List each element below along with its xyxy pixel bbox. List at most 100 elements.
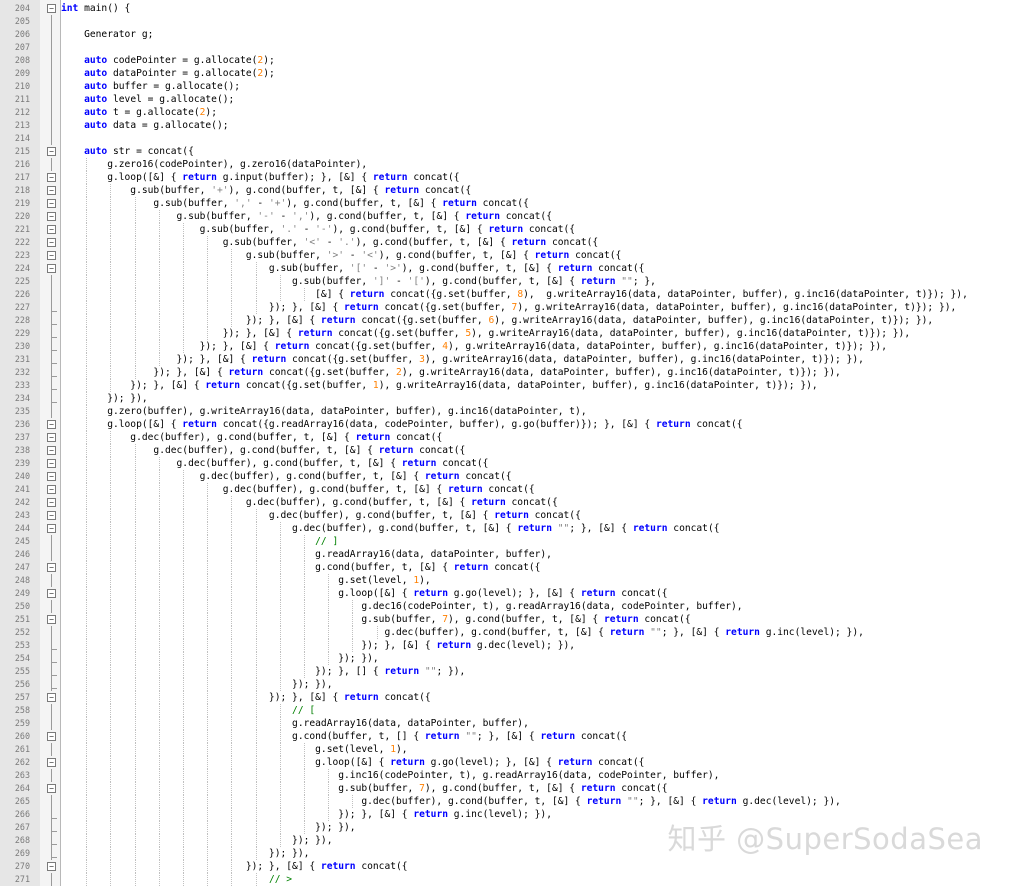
- code-line[interactable]: 237 − g.dec(buffer), g.cond(buffer, t, [&…: [0, 431, 1011, 444]
- code-line[interactable]: 260 − g.cond(buffer, t, [] { return ""; }…: [0, 730, 1011, 743]
- code-line[interactable]: 242 − g.dec(buffer), g.cond(buffer, t, [&…: [0, 496, 1011, 509]
- fold-toggle-icon[interactable]: −: [47, 264, 56, 273]
- code-line[interactable]: 206 Generator g;: [0, 28, 1011, 41]
- code-line[interactable]: 208 auto codePointer = g.allocate(2);: [0, 54, 1011, 67]
- code-line[interactable]: 251 − g.sub(buffer, 7), g.cond(buffer, t,…: [0, 613, 1011, 626]
- code-line[interactable]: 212 auto t = g.allocate(2);: [0, 106, 1011, 119]
- code-line[interactable]: 210 auto buffer = g.allocate();: [0, 80, 1011, 93]
- line-number: 225: [14, 276, 30, 286]
- code-line[interactable]: 254 }); }),: [0, 652, 1011, 665]
- code-line[interactable]: 271 // >: [0, 873, 1011, 886]
- code-line[interactable]: 221 − g.sub(buffer, '.' - '-'), g.cond(bu…: [0, 223, 1011, 236]
- code-line[interactable]: 219 − g.sub(buffer, ',' - '+'), g.cond(bu…: [0, 197, 1011, 210]
- code-line[interactable]: 227 }); }, [&] { return concat({g.set(bu…: [0, 301, 1011, 314]
- code-line[interactable]: 247 − g.cond(buffer, t, [&] { return conc…: [0, 561, 1011, 574]
- fold-toggle-icon[interactable]: −: [47, 511, 56, 520]
- fold-end: [51, 818, 57, 819]
- fold-toggle-icon[interactable]: −: [47, 563, 56, 572]
- code-line[interactable]: 213 auto data = g.allocate();: [0, 119, 1011, 132]
- code-line[interactable]: 245 // ]: [0, 535, 1011, 548]
- code-line[interactable]: 256 }); }),: [0, 678, 1011, 691]
- code-line[interactable]: 225 g.sub(buffer, ']' - '['), g.cond(buf…: [0, 275, 1011, 288]
- code-line[interactable]: 236 − g.loop([&] { return concat({g.readA…: [0, 418, 1011, 431]
- code-line[interactable]: 270 − }); }, [&] { return concat({: [0, 860, 1011, 873]
- code-line[interactable]: 258 // [: [0, 704, 1011, 717]
- code-line[interactable]: 215 − auto str = concat({: [0, 145, 1011, 158]
- code-line[interactable]: 209 auto dataPointer = g.allocate(2);: [0, 67, 1011, 80]
- code-line[interactable]: 234 }); }),: [0, 392, 1011, 405]
- code-line[interactable]: 223 − g.sub(buffer, '>' - '<'), g.cond(bu…: [0, 249, 1011, 262]
- fold-toggle-icon[interactable]: −: [47, 615, 56, 624]
- code-line[interactable]: 217 − g.loop([&] { return g.input(buffer)…: [0, 171, 1011, 184]
- code-line[interactable]: 259 g.readArray16(data, dataPointer, buf…: [0, 717, 1011, 730]
- code-line[interactable]: 243 − g.dec(buffer), g.cond(buffer, t, [&…: [0, 509, 1011, 522]
- code-line[interactable]: 248 g.set(level, 1),: [0, 574, 1011, 587]
- code-line[interactable]: 263 g.inc16(codePointer, t), g.readArray…: [0, 769, 1011, 782]
- fold-toggle-icon[interactable]: −: [47, 186, 56, 195]
- line-number: 248: [14, 575, 30, 585]
- code-line[interactable]: 262 − g.loop([&] { return g.go(level); },…: [0, 756, 1011, 769]
- code-line[interactable]: 238 − g.dec(buffer), g.cond(buffer, t, [&…: [0, 444, 1011, 457]
- code-line[interactable]: 255 }); }, [] { return ""; }),: [0, 665, 1011, 678]
- code-line[interactable]: 218 − g.sub(buffer, '+'), g.cond(buffer, …: [0, 184, 1011, 197]
- code-line[interactable]: 244 − g.dec(buffer), g.cond(buffer, t, [&…: [0, 522, 1011, 535]
- code-line[interactable]: 220 − g.sub(buffer, '-' - ','), g.cond(bu…: [0, 210, 1011, 223]
- fold-toggle-icon[interactable]: −: [47, 420, 56, 429]
- code-line[interactable]: 240 − g.dec(buffer), g.cond(buffer, t, [&…: [0, 470, 1011, 483]
- fold-toggle-icon[interactable]: −: [47, 433, 56, 442]
- code-line[interactable]: 250 g.dec16(codePointer, t), g.readArray…: [0, 600, 1011, 613]
- fold-toggle-icon[interactable]: −: [47, 238, 56, 247]
- code-line[interactable]: 239 − g.dec(buffer), g.cond(buffer, t, [&…: [0, 457, 1011, 470]
- code-line[interactable]: 222 − g.sub(buffer, '<' - '.'), g.cond(bu…: [0, 236, 1011, 249]
- fold-toggle-icon[interactable]: −: [47, 459, 56, 468]
- code-line[interactable]: 264 − g.sub(buffer, 7), g.cond(buffer, t,…: [0, 782, 1011, 795]
- fold-toggle-icon[interactable]: −: [47, 446, 56, 455]
- code-line[interactable]: 249 − g.loop([&] { return g.go(level); },…: [0, 587, 1011, 600]
- fold-toggle-icon[interactable]: −: [47, 732, 56, 741]
- code-line[interactable]: 265 g.dec(buffer), g.cond(buffer, t, [&]…: [0, 795, 1011, 808]
- code-line[interactable]: 224 − g.sub(buffer, '[' - '>'), g.cond(bu…: [0, 262, 1011, 275]
- code-text: g.sub(buffer, '+'), g.cond(buffer, t, [&…: [61, 185, 472, 196]
- fold-toggle-icon[interactable]: −: [47, 199, 56, 208]
- line-number: 271: [14, 874, 30, 884]
- fold-toggle-icon[interactable]: −: [47, 693, 56, 702]
- fold-toggle-icon[interactable]: −: [47, 784, 56, 793]
- code-line[interactable]: 241 − g.dec(buffer), g.cond(buffer, t, [&…: [0, 483, 1011, 496]
- line-number: 212: [14, 107, 30, 117]
- code-line[interactable]: 216 g.zero16(codePointer), g.zero16(data…: [0, 158, 1011, 171]
- code-line[interactable]: 229 }); }, [&] { return concat({g.set(bu…: [0, 327, 1011, 340]
- code-line[interactable]: 204 − int main() {: [0, 2, 1011, 15]
- code-line[interactable]: 257 − }); }, [&] { return concat({: [0, 691, 1011, 704]
- fold-toggle-icon[interactable]: −: [47, 4, 56, 13]
- code-line[interactable]: 207: [0, 41, 1011, 54]
- fold-toggle-icon[interactable]: −: [47, 758, 56, 767]
- fold-toggle-icon[interactable]: −: [47, 147, 56, 156]
- code-line[interactable]: 230 }); }, [&] { return concat({g.set(bu…: [0, 340, 1011, 353]
- line-number: 249: [14, 588, 30, 598]
- fold-toggle-icon[interactable]: −: [47, 225, 56, 234]
- fold-toggle-icon[interactable]: −: [47, 212, 56, 221]
- code-line[interactable]: 211 auto level = g.allocate();: [0, 93, 1011, 106]
- code-line[interactable]: 231 }); }, [&] { return concat({g.set(bu…: [0, 353, 1011, 366]
- code-line[interactable]: 235 g.zero(buffer), g.writeArray16(data,…: [0, 405, 1011, 418]
- code-line[interactable]: 252 g.dec(buffer), g.cond(buffer, t, [&]…: [0, 626, 1011, 639]
- code-line[interactable]: 232 }); }, [&] { return concat({g.set(bu…: [0, 366, 1011, 379]
- code-line[interactable]: 226 [&] { return concat({g.set(buffer, 8…: [0, 288, 1011, 301]
- fold-toggle-icon[interactable]: −: [47, 173, 56, 182]
- code-line[interactable]: 253 }); }, [&] { return g.dec(level); })…: [0, 639, 1011, 652]
- code-line[interactable]: 246 g.readArray16(data, dataPointer, buf…: [0, 548, 1011, 561]
- code-line[interactable]: 233 }); }, [&] { return concat({g.set(bu…: [0, 379, 1011, 392]
- code-line[interactable]: 205: [0, 15, 1011, 28]
- fold-toggle-icon[interactable]: −: [47, 251, 56, 260]
- code-line[interactable]: 228 }); }, [&] { return concat({g.set(bu…: [0, 314, 1011, 327]
- fold-toggle-icon[interactable]: −: [47, 498, 56, 507]
- code-line[interactable]: 261 g.set(level, 1),: [0, 743, 1011, 756]
- fold-toggle-icon[interactable]: −: [47, 589, 56, 598]
- fold-toggle-icon[interactable]: −: [47, 524, 56, 533]
- fold-toggle-icon[interactable]: −: [47, 485, 56, 494]
- line-number: 234: [14, 393, 30, 403]
- fold-toggle-icon[interactable]: −: [47, 862, 56, 871]
- code-editor[interactable]: 204− int main() {205 206 Generator g; 207 20…: [0, 0, 1011, 886]
- fold-toggle-icon[interactable]: −: [47, 472, 56, 481]
- code-line[interactable]: 214: [0, 132, 1011, 145]
